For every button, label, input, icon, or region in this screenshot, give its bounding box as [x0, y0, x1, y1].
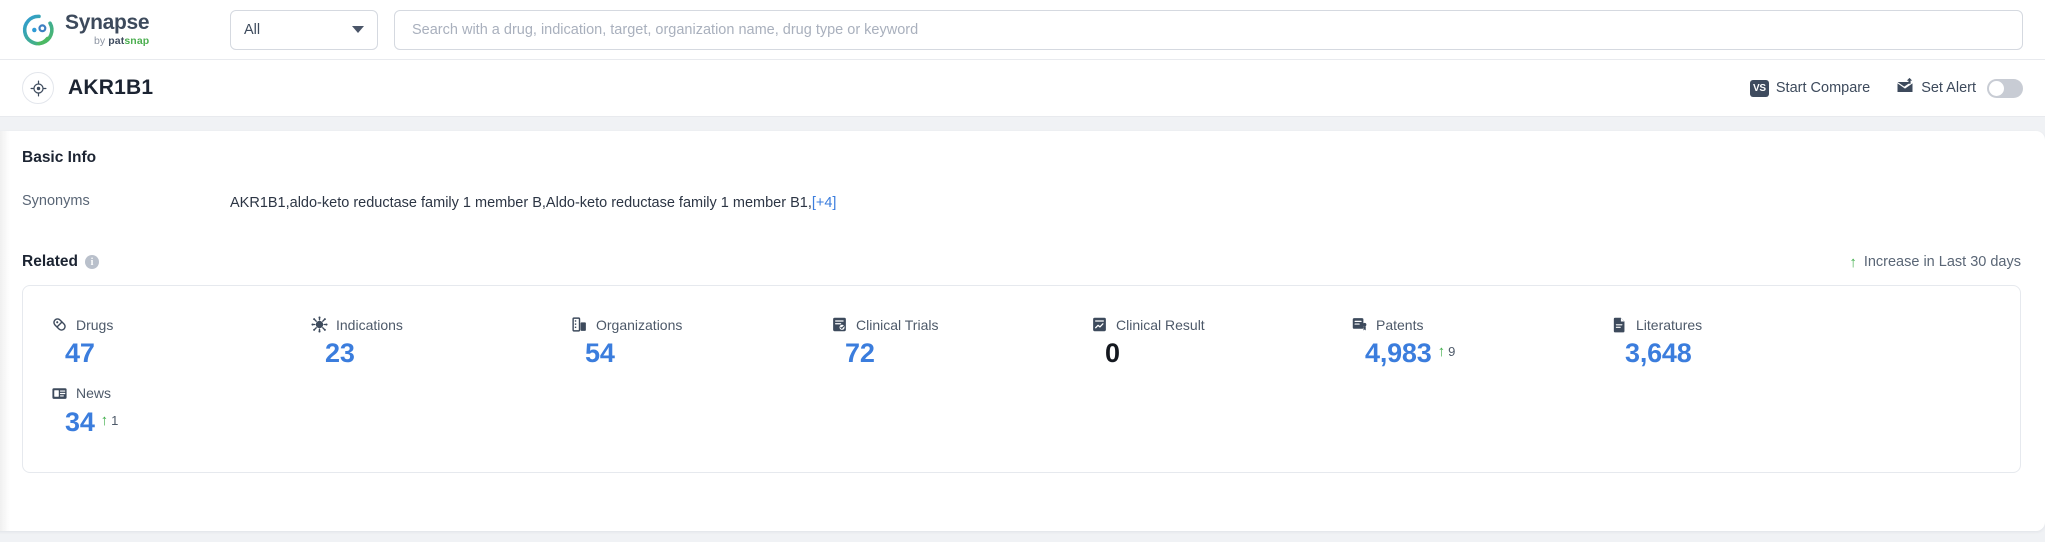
stat-value: 0	[1105, 338, 1120, 369]
increase-legend: ↑ Increase in Last 30 days	[1849, 254, 2021, 270]
logo-title: Synapse	[65, 11, 150, 35]
stat-clinical-trials: Clinical Trials 72	[803, 308, 1063, 377]
stat-indications: Indications 23	[283, 308, 543, 377]
stat-value[interactable]: 54	[585, 339, 615, 369]
stat-value-row: 34 ↑ 1	[51, 407, 283, 438]
synonyms-row: Synonyms AKR1B1,aldo-keto reductase fami…	[22, 193, 2021, 213]
set-alert-toggle[interactable]	[1987, 78, 2023, 98]
stat-header: Clinical Result	[1091, 316, 1323, 333]
target-icon	[22, 72, 54, 104]
news-icon	[51, 385, 68, 402]
patent-icon	[1351, 316, 1368, 333]
stat-value[interactable]: 3,648	[1625, 339, 1692, 369]
stat-news: News 34 ↑ 1	[23, 377, 283, 446]
synonyms-more-link[interactable]: [+4]	[812, 195, 837, 211]
related-stats-grid: Drugs 47 Indications 23 Organizations 54 Clini…	[23, 308, 2020, 445]
stat-value-row: 23	[311, 339, 543, 369]
stat-label: News	[76, 385, 112, 402]
search-input[interactable]	[410, 20, 2007, 39]
stat-delta-value: 1	[111, 412, 119, 428]
stat-label: Drugs	[76, 316, 114, 333]
page-title: AKR1B1	[68, 76, 154, 99]
stat-value[interactable]: 4,983	[1365, 339, 1432, 369]
start-compare-button[interactable]: VS Start Compare	[1749, 79, 1871, 97]
app-logo[interactable]: Synapse by patsnap	[22, 12, 202, 47]
stat-value-row: 54	[571, 339, 803, 369]
clinical-trial-icon	[831, 316, 848, 333]
info-icon[interactable]: i	[85, 255, 99, 270]
related-heading: Related i	[22, 253, 99, 271]
stat-header: Patents	[1351, 316, 1583, 333]
arrow-up-icon: ↑	[1437, 343, 1446, 361]
related-heading-row: Related i ↑ Increase in Last 30 days	[22, 253, 2021, 271]
basic-info-title: Basic Info	[22, 149, 97, 166]
stat-value-row: 4,983 ↑ 9	[1351, 339, 1583, 369]
related-stats-card: Drugs 47 Indications 23 Organizations 54 Clini…	[22, 285, 2021, 473]
clinical-result-icon	[1091, 316, 1108, 333]
stat-patents: Patents 4,983 ↑ 9	[1323, 308, 1583, 377]
stat-label: Organizations	[596, 316, 683, 333]
entity-identity: AKR1B1	[22, 72, 153, 104]
main-content: Basic Info Synonyms AKR1B1,aldo-keto red…	[0, 117, 2045, 531]
stat-header: Indications	[311, 316, 543, 333]
search-scope-value: All	[244, 21, 261, 38]
stat-value[interactable]: 72	[845, 339, 875, 369]
stat-organizations: Organizations 54	[543, 308, 803, 377]
virus-icon	[311, 316, 328, 333]
alert-mail-icon	[1896, 77, 1914, 99]
entity-header: AKR1B1 VS Start Compare Set Alert	[0, 60, 2045, 117]
pill-icon	[51, 316, 68, 333]
stat-value[interactable]: 23	[325, 339, 355, 369]
vs-icon: VS	[1749, 79, 1769, 97]
stat-header: Drugs	[51, 316, 283, 333]
start-compare-label: Start Compare	[1775, 80, 1871, 96]
stat-value-row: 3,648	[1611, 339, 1843, 369]
stat-literatures: Literatures 3,648	[1583, 308, 1843, 377]
logo-subtitle: by patsnap	[93, 35, 150, 48]
synonyms-text: AKR1B1,aldo-keto reductase family 1 memb…	[230, 195, 812, 211]
stat-value[interactable]: 34	[65, 407, 95, 438]
synapse-logo-icon	[22, 13, 56, 47]
entity-header-actions: VS Start Compare Set Alert	[1749, 77, 2023, 99]
stat-label: Clinical Result	[1116, 316, 1205, 333]
stat-clinical-result: Clinical Result 0	[1063, 308, 1323, 377]
stat-delta-value: 9	[1448, 344, 1456, 360]
stat-delta: ↑ 9	[1438, 344, 1456, 359]
synonyms-value: AKR1B1,aldo-keto reductase family 1 memb…	[230, 193, 836, 213]
search-scope-select[interactable]: All	[230, 9, 378, 50]
stat-label: Literatures	[1636, 316, 1703, 333]
building-icon	[571, 316, 588, 333]
stat-label: Patents	[1376, 316, 1424, 333]
stat-header: News	[51, 385, 283, 402]
set-alert-button[interactable]: Set Alert	[1896, 77, 2023, 99]
stat-delta: ↑ 1	[101, 413, 119, 428]
stat-header: Organizations	[571, 316, 803, 333]
synonyms-label: Synonyms	[22, 193, 90, 209]
stat-value-row: 0	[1091, 339, 1323, 369]
stat-value[interactable]: 47	[65, 339, 95, 369]
related-title: Related	[22, 253, 78, 271]
basic-info-heading: Basic Info	[22, 149, 2021, 167]
top-search-bar: Synapse by patsnap All	[0, 0, 2045, 60]
stat-value-row: 47	[51, 339, 283, 369]
set-alert-label: Set Alert	[1921, 80, 1976, 96]
arrow-up-icon: ↑	[1849, 253, 1857, 271]
stat-label: Clinical Trials	[856, 316, 939, 333]
stat-header: Clinical Trials	[831, 316, 1063, 333]
search-field-wrapper[interactable]	[394, 9, 2023, 50]
stat-drugs: Drugs 47	[23, 308, 283, 377]
stat-value-row: 72	[831, 339, 1063, 369]
detail-card: Basic Info Synonyms AKR1B1,aldo-keto red…	[0, 131, 2045, 531]
literature-icon	[1611, 316, 1628, 333]
increase-legend-label: Increase in Last 30 days	[1863, 254, 2021, 271]
chevron-down-icon	[352, 26, 364, 33]
stat-header: Literatures	[1611, 316, 1843, 333]
stat-label: Indications	[336, 316, 403, 333]
arrow-up-icon: ↑	[100, 411, 109, 429]
